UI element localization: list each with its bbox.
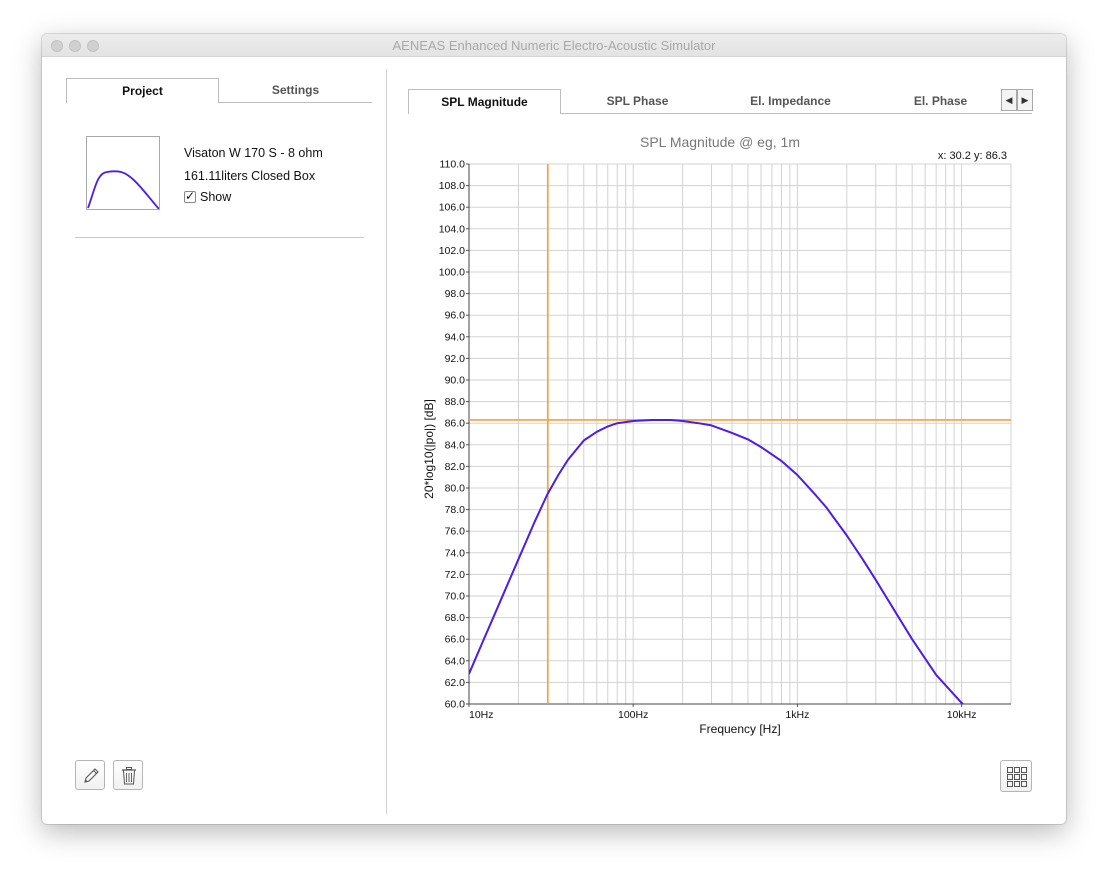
window-title: AENEAS Enhanced Numeric Electro-Acoustic… <box>392 38 716 53</box>
driver-name: Visaton W 170 S - 8 ohm <box>184 146 323 160</box>
y-tick-label: 80.0 <box>445 483 466 495</box>
x-tick-label: 100Hz <box>618 709 648 721</box>
delete-button[interactable] <box>113 760 143 790</box>
trash-icon <box>122 767 136 785</box>
y-tick-label: 66.0 <box>445 634 466 646</box>
y-tick-label: 78.0 <box>445 504 466 516</box>
y-tick-label: 96.0 <box>445 310 466 322</box>
edit-button[interactable] <box>75 760 105 790</box>
y-tick-label: 100.0 <box>439 267 465 279</box>
y-tick-label: 60.0 <box>445 699 466 711</box>
project-item[interactable]: Visaton W 170 S - 8 ohm 161.11liters Clo… <box>86 136 356 216</box>
app-window: AENEAS Enhanced Numeric Electro-Acoustic… <box>42 34 1066 824</box>
y-tick-label: 90.0 <box>445 375 466 387</box>
x-tick-label: 10Hz <box>469 709 494 721</box>
layout-grid-button[interactable] <box>1000 760 1032 792</box>
y-tick-label: 92.0 <box>445 353 466 365</box>
title-bar: AENEAS Enhanced Numeric Electro-Acoustic… <box>42 34 1066 57</box>
show-label: Show <box>200 190 232 204</box>
y-tick-label: 68.0 <box>445 612 466 624</box>
chart-pane: SPL Magnitude SPL Phase El. Impedance El… <box>387 57 1066 824</box>
y-tick-label: 62.0 <box>445 677 466 689</box>
y-tick-label: 94.0 <box>445 331 466 343</box>
show-checkbox[interactable] <box>184 189 196 203</box>
x-tick-label: 1kHz <box>785 709 809 721</box>
chart-grid <box>468 163 1012 705</box>
show-toggle[interactable]: Show <box>184 189 232 204</box>
x-tick-label: 10kHz <box>947 709 977 721</box>
y-tick-label: 110.0 <box>440 159 466 171</box>
y-tick-label: 76.0 <box>445 526 466 538</box>
list-separator <box>75 237 364 238</box>
cursor-readout: x: 30.2 y: 86.3 <box>938 150 1007 162</box>
pencil-icon <box>84 768 99 783</box>
y-axis-label: 20*log10(|po|) [dB] <box>422 399 436 499</box>
y-tick-label: 84.0 <box>445 439 466 451</box>
y-tick-label: 102.0 <box>439 245 465 257</box>
tab-settings[interactable]: Settings <box>219 78 372 102</box>
y-tick-label: 86.0 <box>445 418 466 430</box>
chart-title: SPL Magnitude @ eg, 1m <box>640 134 800 150</box>
grid-icon <box>1007 767 1027 787</box>
tab-project[interactable]: Project <box>66 78 219 103</box>
spl-magnitude-chart[interactable]: SPL Magnitude @ eg, 1m x: 30.2 y: 86.3 F… <box>387 57 1066 757</box>
y-tick-label: 74.0 <box>445 547 466 559</box>
y-tick-label: 70.0 <box>445 591 466 603</box>
y-tick-label: 108.0 <box>439 180 465 192</box>
y-tick-label: 82.0 <box>445 461 466 473</box>
y-tick-label: 98.0 <box>445 288 466 300</box>
y-tick-label: 64.0 <box>445 655 466 667</box>
chart-cursor <box>469 164 1011 704</box>
project-pane: Project Settings Visaton W 170 S - 8 ohm… <box>42 57 386 824</box>
y-tick-label: 106.0 <box>439 202 465 214</box>
left-tab-bar: Project Settings <box>66 78 372 103</box>
x-axis-label: Frequency [Hz] <box>699 722 780 736</box>
response-thumbnail <box>86 136 160 210</box>
box-description: 161.11liters Closed Box <box>184 169 316 183</box>
y-tick-label: 104.0 <box>439 223 465 235</box>
y-tick-label: 72.0 <box>445 569 466 581</box>
y-tick-label: 88.0 <box>445 396 466 408</box>
